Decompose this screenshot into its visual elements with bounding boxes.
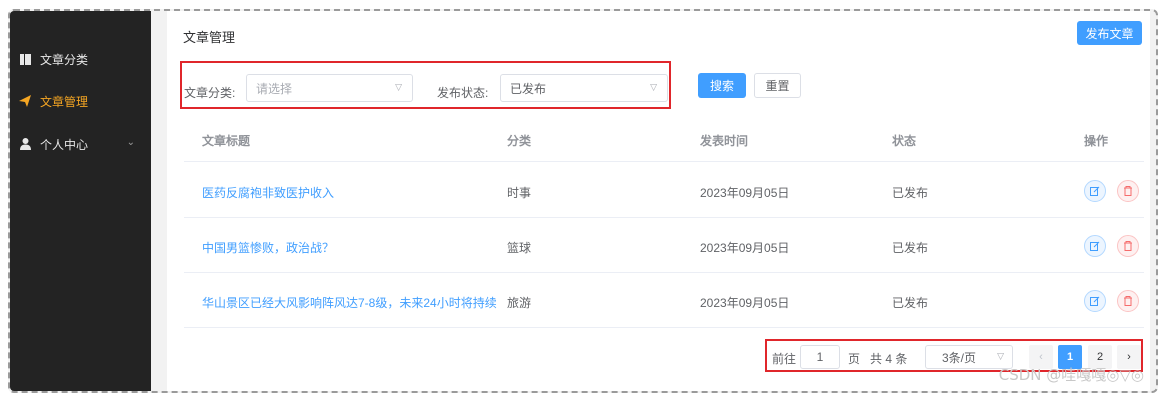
article-date: 2023年09月05日 xyxy=(700,241,790,255)
total-count: 共 4 条 xyxy=(870,352,908,366)
article-title-link[interactable]: 中国男篮惨败，政治战？ xyxy=(202,239,334,256)
article-category: 篮球 xyxy=(507,241,532,255)
chevron-down-icon: ▽ xyxy=(997,351,1004,361)
article-category: 旅游 xyxy=(507,296,532,310)
category-select[interactable]: 请选择 ▽ xyxy=(246,74,413,102)
filter-annotation-box: 文章分类: 请选择 ▽ 发布状态: 已发布 ▽ xyxy=(180,61,671,109)
column-header-status: 状态 xyxy=(892,134,917,148)
edit-icon xyxy=(1090,186,1100,196)
delete-button[interactable] xyxy=(1117,290,1139,312)
status-filter-label: 发布状态: xyxy=(437,86,489,100)
trash-icon xyxy=(1124,296,1132,306)
trash-icon xyxy=(1124,241,1132,251)
table-divider xyxy=(184,272,1144,273)
delete-button[interactable] xyxy=(1117,180,1139,202)
article-date: 2023年09月05日 xyxy=(700,186,790,200)
article-status: 已发布 xyxy=(892,296,929,310)
chevron-down-icon: ⌄ xyxy=(126,137,135,148)
watermark: CSDN @哇嘎嘎◎▽◎ xyxy=(998,366,1144,384)
article-title-link[interactable]: 医药反腐袍非致医护收入 xyxy=(202,184,334,201)
document-icon xyxy=(18,52,32,66)
article-manage-card: 文章管理 发布文章 文章分类: 请选择 ▽ 发布状态: 已发布 ▽ 搜索 重置 … xyxy=(167,11,1150,391)
sidebar-item-personal-center[interactable]: 个人中心 ⌄ xyxy=(10,124,151,164)
edit-button[interactable] xyxy=(1084,180,1106,202)
edit-icon xyxy=(1090,241,1100,251)
plane-icon xyxy=(18,94,32,108)
goto-page-input[interactable]: 1 xyxy=(800,345,840,369)
status-select[interactable]: 已发布 ▽ xyxy=(500,74,668,102)
table-divider xyxy=(184,217,1144,218)
status-select-value: 已发布 xyxy=(510,81,547,96)
goto-prefix: 前往 xyxy=(772,352,797,366)
reset-button[interactable]: 重置 xyxy=(754,73,801,98)
goto-suffix: 页 xyxy=(848,352,861,366)
article-date: 2023年09月05日 xyxy=(700,296,790,310)
column-header-date: 发表时间 xyxy=(700,134,749,148)
edit-button[interactable] xyxy=(1084,290,1106,312)
sidebar: 文章分类 文章管理 个人中心 ⌄ xyxy=(10,11,151,391)
article-title-link[interactable]: 华山景区已经大风影响阵风达7-8级，未来24小时将持续 xyxy=(202,294,497,311)
table-divider xyxy=(184,161,1144,162)
delete-button[interactable] xyxy=(1117,235,1139,257)
column-header-title: 文章标题 xyxy=(202,134,251,148)
search-button[interactable]: 搜索 xyxy=(698,73,746,98)
table-divider xyxy=(184,327,1144,328)
sidebar-item-article-manage[interactable]: 文章管理 xyxy=(10,81,151,121)
page-title: 文章管理 xyxy=(183,30,236,45)
edit-icon xyxy=(1090,296,1100,306)
column-header-category: 分类 xyxy=(507,134,532,148)
sidebar-item-label: 文章分类 xyxy=(40,52,89,67)
screenshot-frame: 文章分类 文章管理 个人中心 ⌄ 文章管理 发布文章 文章分类: 请选择 ▽ 发 xyxy=(8,9,1158,393)
sidebar-item-article-category[interactable]: 文章分类 xyxy=(10,39,151,79)
user-icon xyxy=(18,137,32,151)
publish-article-button[interactable]: 发布文章 xyxy=(1077,21,1142,45)
article-category: 时事 xyxy=(507,186,532,200)
category-filter-label: 文章分类: xyxy=(184,86,236,100)
article-status: 已发布 xyxy=(892,241,929,255)
article-status: 已发布 xyxy=(892,186,929,200)
edit-button[interactable] xyxy=(1084,235,1106,257)
category-select-placeholder: 请选择 xyxy=(256,81,293,96)
chevron-down-icon: ▽ xyxy=(650,82,657,92)
page-size-value: 3条/页 xyxy=(942,350,977,365)
sidebar-item-label: 个人中心 xyxy=(40,137,89,152)
trash-icon xyxy=(1124,186,1132,196)
chevron-down-icon: ▽ xyxy=(395,82,402,92)
sidebar-item-label: 文章管理 xyxy=(40,94,89,109)
column-header-actions: 操作 xyxy=(1084,134,1109,148)
